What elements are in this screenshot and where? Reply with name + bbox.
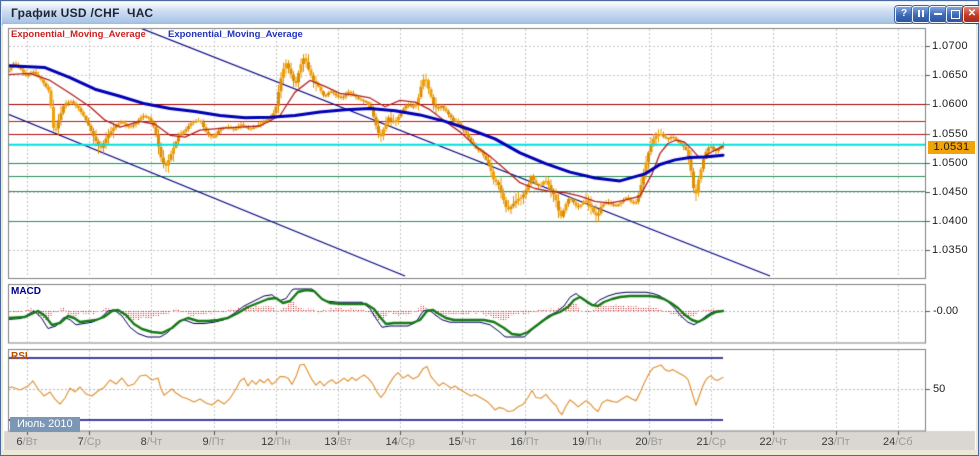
maximize-icon: [951, 11, 960, 22]
price-chart-canvas: [3, 24, 976, 450]
help-icon: ?: [901, 8, 907, 19]
date-axis-label: 6/Вт: [16, 436, 37, 448]
window-title: График USD /CHF ЧАС: [11, 6, 153, 20]
trading-app-screenshot: { "window": { "title": "График USD /CHF …: [0, 0, 979, 456]
price-axis-label: 1.0700: [932, 40, 968, 52]
month-badge: Июль 2010: [10, 417, 80, 432]
pause-icon: [917, 8, 925, 19]
date-axis-label: 14/Ср: [386, 436, 415, 448]
date-axis-label: 8/Чт: [141, 436, 163, 448]
price-axis-label: 1.0450: [932, 186, 968, 198]
minimize-button[interactable]: [929, 6, 947, 23]
date-axis-label: 23/Пт: [821, 436, 849, 448]
legend-ema-slow: Exponential_Moving_Average: [168, 29, 303, 40]
macd-axis-value: -0.00: [933, 305, 958, 317]
pause-button[interactable]: [912, 6, 930, 23]
maximize-button[interactable]: [946, 6, 964, 23]
date-axis-label: 24/Сб: [883, 436, 913, 448]
price-axis-label: 1.0550: [932, 128, 968, 140]
minimize-icon: [934, 8, 942, 19]
price-axis-label: 1.0600: [932, 98, 968, 110]
help-button[interactable]: ?: [895, 6, 913, 23]
price-axis-label: 1.0400: [932, 215, 968, 227]
date-axis-label: 15/Чт: [449, 436, 477, 448]
close-button[interactable]: ✕: [963, 6, 979, 23]
close-icon: ✕: [968, 8, 976, 19]
rsi-axis-value: 50: [933, 383, 945, 395]
rsi-pane-label: RSI: [11, 351, 28, 362]
price-axis-label: 1.0500: [932, 157, 968, 169]
date-axis-label: 19/Пн: [572, 436, 601, 448]
date-axis-label: 9/Пт: [203, 436, 225, 448]
date-axis-label: 21/Ср: [697, 436, 726, 448]
date-axis-label: 22/Чт: [760, 436, 788, 448]
date-axis-label: 20/Вт: [635, 436, 662, 448]
date-axis-label: 13/Вт: [324, 436, 351, 448]
date-axis-label: 12/Пн: [261, 436, 290, 448]
date-axis-label: 7/Ср: [78, 436, 101, 448]
window-titlebar[interactable]: График USD /CHF ЧАС ? ✕: [2, 2, 977, 25]
date-axis-label: 16/Пт: [510, 436, 538, 448]
legend-ema-fast: Exponential_Moving_Average: [11, 29, 146, 40]
price-axis-label: 1.0650: [932, 69, 968, 81]
current-price-badge: 1.0531: [928, 141, 975, 154]
macd-pane-label: MACD: [11, 286, 41, 297]
price-axis-label: 1.0350: [932, 244, 968, 256]
